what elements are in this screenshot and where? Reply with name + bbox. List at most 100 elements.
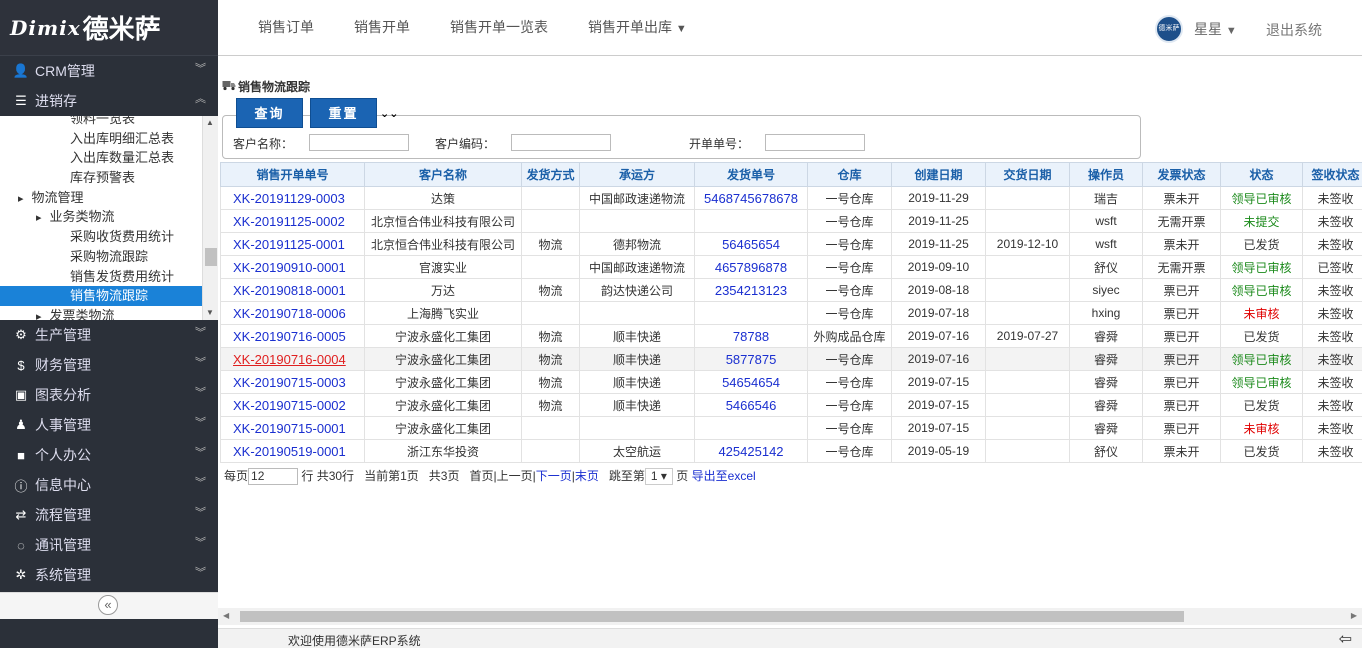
column-header[interactable]: 签收状态 [1303, 163, 1362, 187]
column-header[interactable]: 销售开单单号 [221, 163, 365, 187]
table-row[interactable]: XK-20190716-0005宁波永盛化工集团物流顺丰快递78788外购成品仓… [221, 325, 1362, 348]
submenu-item[interactable]: 采购物流跟踪 [0, 247, 218, 267]
table-cell: 宁波永盛化工集团 [365, 417, 522, 440]
next-page-link[interactable]: 下一页 [536, 469, 572, 483]
scroll-thumb[interactable] [205, 248, 217, 266]
caret-down-icon: ▼ [676, 23, 687, 35]
sidebar-item-label: 图表分析 [35, 385, 91, 405]
nav-sales-order[interactable]: 销售订单 [258, 17, 314, 37]
sidebar-item-bottom-4[interactable]: ■个人办公︾ [0, 440, 218, 470]
table-cell: 一号仓库 [808, 210, 892, 233]
customer-code-input[interactable] [511, 134, 611, 151]
customer-name-input[interactable] [309, 134, 409, 151]
horizontal-scrollbar[interactable]: ◀ ▶ [218, 608, 1362, 625]
bill-no-link[interactable]: XK-20191129-0003 [221, 187, 365, 210]
table-cell: 4657896878 [695, 256, 808, 279]
bill-no-link[interactable]: XK-20190716-0004 [221, 348, 365, 371]
table-row[interactable]: XK-20190716-0004宁波永盛化工集团物流顺丰快递5877875一号仓… [221, 348, 1362, 371]
bill-no-link[interactable]: XK-20190715-0001 [221, 417, 365, 440]
submenu-item[interactable]: 销售发货费用统计 [0, 267, 218, 287]
table-row[interactable]: XK-20191125-0001北京恒合伟业科技有限公司物流德邦物流564656… [221, 233, 1362, 256]
submenu-scrollbar[interactable]: ▲ ▼ [202, 116, 218, 320]
per-page-input[interactable]: 12 [248, 468, 298, 485]
user-menu[interactable]: 星星 ▼ [1194, 19, 1237, 39]
bill-no-link[interactable]: XK-20191125-0001 [221, 233, 365, 256]
submenu-item[interactable]: ▸业务类物流 [0, 207, 218, 227]
hscroll-thumb[interactable] [240, 611, 1184, 622]
scroll-up-icon[interactable]: ▲ [206, 118, 214, 127]
bill-no-link[interactable]: XK-20190716-0005 [221, 325, 365, 348]
submenu-item[interactable]: 销售物流跟踪 [0, 286, 218, 306]
column-header[interactable]: 发货方式 [522, 163, 580, 187]
table-row[interactable]: XK-20190818-0001万达物流韵达快递公司2354213123一号仓库… [221, 279, 1362, 302]
logout-link[interactable]: 退出系统 [1266, 20, 1322, 40]
table-row[interactable]: XK-20190715-0002宁波永盛化工集团物流顺丰快递5466546一号仓… [221, 394, 1362, 417]
column-header[interactable]: 发票状态 [1143, 163, 1221, 187]
query-button[interactable]: 查询 [236, 98, 303, 128]
avatar[interactable]: 德米萨 [1155, 15, 1183, 43]
column-header[interactable]: 状态 [1221, 163, 1303, 187]
back-arrow-icon[interactable]: ⇦ [1339, 629, 1352, 649]
prev-page-link[interactable]: 上一页 [497, 469, 533, 483]
bill-no-link[interactable]: XK-20190519-0001 [221, 440, 365, 463]
sidebar-item-bottom-3[interactable]: ♟人事管理︾ [0, 410, 218, 440]
column-header[interactable]: 创建日期 [892, 163, 986, 187]
sidebar-item-bottom-8[interactable]: ✲系统管理︾ [0, 560, 218, 590]
scroll-left-icon[interactable]: ◀ [223, 611, 229, 620]
table-row[interactable]: XK-20190715-0003宁波永盛化工集团物流顺丰快递54654654一号… [221, 371, 1362, 394]
bill-no-link[interactable]: XK-20190715-0002 [221, 394, 365, 417]
table-cell: 万达 [365, 279, 522, 302]
column-header[interactable]: 操作员 [1070, 163, 1143, 187]
collapse-sidebar-icon[interactable]: « [98, 595, 118, 615]
bill-no-link[interactable]: XK-20190715-0003 [221, 371, 365, 394]
nav-sales-bill[interactable]: 销售开单 [354, 17, 410, 37]
column-header[interactable]: 交货日期 [986, 163, 1070, 187]
first-page-link[interactable]: 首页 [469, 469, 493, 483]
export-excel-link[interactable]: 导出至excel [692, 469, 756, 483]
last-page-link[interactable]: 末页 [575, 469, 599, 483]
sidebar-item-bottom-5[interactable]: ⓘ信息中心︾ [0, 470, 218, 500]
sidebar-item-top-0[interactable]: 👤CRM管理︾ [0, 56, 218, 86]
sidebar-footer: « [0, 592, 218, 619]
submenu-item[interactable]: ▸发票类物流 [0, 306, 218, 320]
sidebar-item-label: 信息中心 [35, 475, 91, 495]
scroll-down-icon[interactable]: ▼ [206, 308, 214, 317]
bill-no-link[interactable]: XK-20190818-0001 [221, 279, 365, 302]
expand-filter-icon[interactable]: ⌄⌄ [380, 107, 398, 120]
sidebar-item-bottom-0[interactable]: ⚙生产管理︾ [0, 320, 218, 350]
bill-no-input[interactable] [765, 134, 865, 151]
bill-no-link[interactable]: XK-20190910-0001 [221, 256, 365, 279]
column-header[interactable]: 发货单号 [695, 163, 808, 187]
table-cell: 2019-07-16 [892, 348, 986, 371]
bill-no-link[interactable]: XK-20190718-0006 [221, 302, 365, 325]
submenu-item[interactable]: 入出库明细汇总表 [0, 129, 218, 149]
nav-sales-bill-outbound[interactable]: 销售开单出库 ▼ [588, 17, 687, 37]
sidebar-item-bottom-7[interactable]: ◌通讯管理︾ [0, 530, 218, 560]
sidebar-item-bottom-2[interactable]: ▣图表分析︾ [0, 380, 218, 410]
table-row[interactable]: XK-20190718-0006上海腾飞实业一号仓库2019-07-18hxin… [221, 302, 1362, 325]
table-row[interactable]: XK-20190519-0001浙江东华投资太空航运425425142一号仓库2… [221, 440, 1362, 463]
submenu-item-label: 销售发货费用统计 [70, 269, 174, 284]
submenu-item[interactable]: 入出库数量汇总表 [0, 148, 218, 168]
column-header[interactable]: 仓库 [808, 163, 892, 187]
sidebar-item-bottom-6[interactable]: ⇄流程管理︾ [0, 500, 218, 530]
table-cell: 睿舜 [1070, 371, 1143, 394]
column-header[interactable]: 客户名称 [365, 163, 522, 187]
sidebar-item-top-1[interactable]: ☰进销存︽ [0, 86, 218, 116]
table-row[interactable]: XK-20190910-0001官渡实业中国邮政速递物流4657896878一号… [221, 256, 1362, 279]
sidebar-item-bottom-1[interactable]: $财务管理︾ [0, 350, 218, 380]
table-row[interactable]: XK-20191129-0003达策中国邮政速递物流5468745678678一… [221, 187, 1362, 210]
scroll-right-icon[interactable]: ▶ [1351, 611, 1357, 620]
submenu-item[interactable]: 领料一览表 [0, 116, 218, 129]
column-header[interactable]: 承运方 [580, 163, 695, 187]
submenu-item[interactable]: ▸物流管理 [0, 188, 218, 208]
jump-page-select[interactable]: 1 ▾ [645, 468, 673, 485]
submenu-item[interactable]: 库存预警表 [0, 168, 218, 188]
reset-button[interactable]: 重置 [310, 98, 377, 128]
table-row[interactable]: XK-20191125-0002北京恒合伟业科技有限公司一号仓库2019-11-… [221, 210, 1362, 233]
table-row[interactable]: XK-20190715-0001宁波永盛化工集团一号仓库2019-07-15睿舜… [221, 417, 1362, 440]
bill-no-link[interactable]: XK-20191125-0002 [221, 210, 365, 233]
submenu-item[interactable]: 采购收货费用统计 [0, 227, 218, 247]
per-page-label: 每页 [224, 469, 248, 483]
nav-sales-bill-list[interactable]: 销售开单一览表 [450, 17, 548, 37]
